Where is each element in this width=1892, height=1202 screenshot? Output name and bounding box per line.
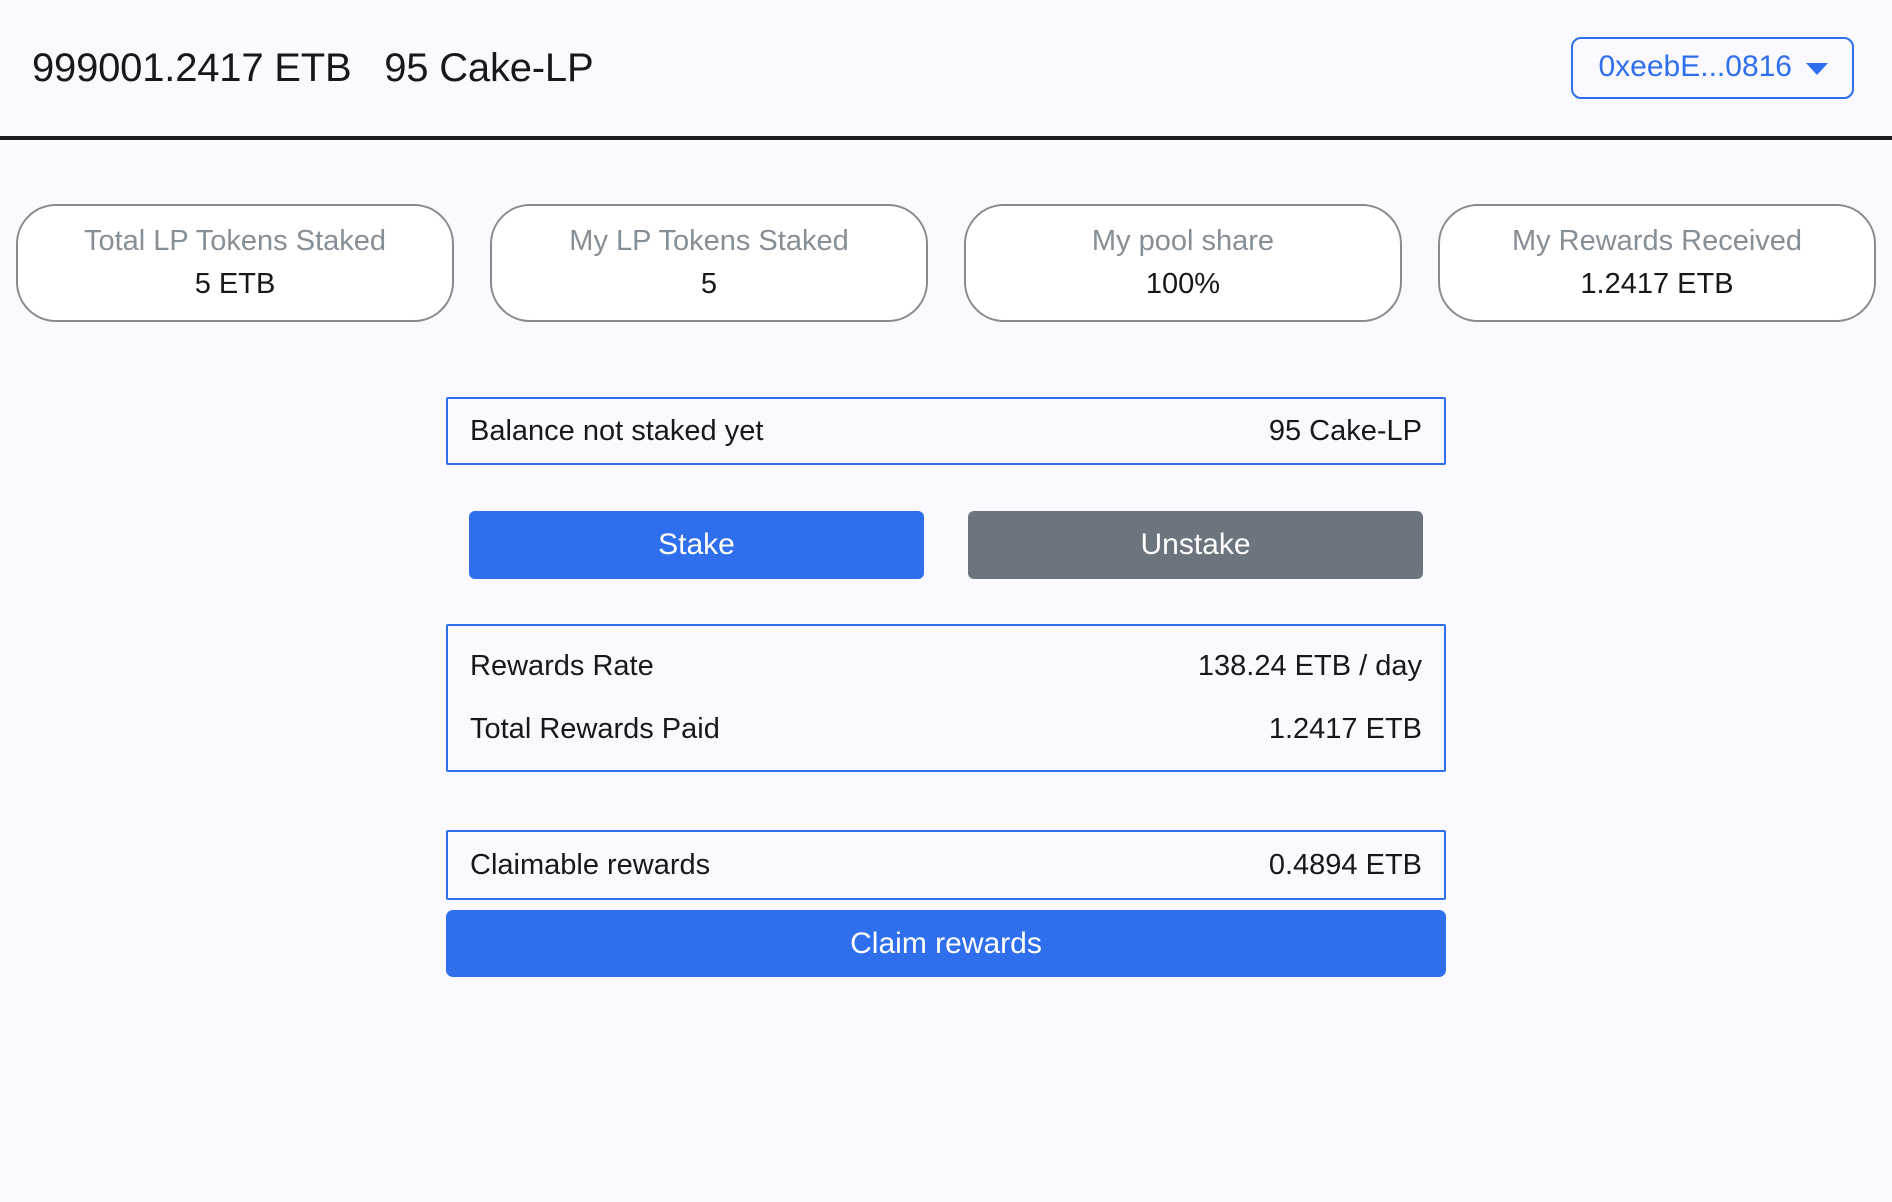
staking-panel: Balance not staked yet 95 Cake-LP Stake … <box>446 322 1446 977</box>
stat-label: Total LP Tokens Staked <box>83 225 387 257</box>
stats-row: Total LP Tokens Staked 5 ETB My LP Token… <box>0 140 1892 322</box>
claimable-rewards-row: Claimable rewards 0.4894 ETB <box>448 832 1444 898</box>
total-rewards-paid-label: Total Rewards Paid <box>470 713 720 745</box>
stat-value: 1.2417 ETB <box>1580 268 1734 300</box>
stat-card-my-lp-tokens-staked: My LP Tokens Staked 5 <box>490 204 928 322</box>
app-header: 999001.2417 ETB 95 Cake-LP 0xeebE...0816 <box>0 0 1892 140</box>
stat-label: My pool share <box>1091 225 1275 257</box>
rewards-rate-row: Rewards Rate 138.24 ETB / day <box>448 635 1444 698</box>
claim-section: Claimable rewards 0.4894 ETB Claim rewar… <box>446 830 1446 977</box>
stake-button[interactable]: Stake <box>469 511 924 579</box>
balance-label: Balance not staked yet <box>470 414 764 447</box>
balance-value: 95 Cake-LP <box>1268 414 1422 447</box>
wallet-address-button[interactable]: 0xeebE...0816 <box>1570 37 1854 99</box>
stat-card-my-rewards-received: My Rewards Received 1.2417 ETB <box>1438 204 1876 322</box>
total-rewards-paid-value: 1.2417 ETB <box>1268 713 1422 745</box>
stat-card-my-pool-share: My pool share 100% <box>964 204 1402 322</box>
total-rewards-paid-row: Total Rewards Paid 1.2417 ETB <box>448 698 1444 761</box>
chevron-down-icon <box>1806 62 1828 75</box>
wallet-address-label: 0xeebE...0816 <box>1598 50 1793 83</box>
stat-value: 5 ETB <box>194 268 276 300</box>
stat-label: My LP Tokens Staked <box>569 225 849 257</box>
unstake-button[interactable]: Unstake <box>968 511 1423 579</box>
stat-value: 100% <box>1145 268 1221 300</box>
stat-value: 5 <box>700 268 718 300</box>
claimable-rewards-box: Claimable rewards 0.4894 ETB <box>446 830 1446 900</box>
stake-action-row: Stake Unstake <box>446 511 1446 579</box>
claimable-rewards-value: 0.4894 ETB <box>1268 848 1422 881</box>
claim-rewards-button[interactable]: Claim rewards <box>446 910 1446 977</box>
rewards-rate-value: 138.24 ETB / day <box>1197 650 1422 682</box>
rewards-info-box: Rewards Rate 138.24 ETB / day Total Rewa… <box>446 624 1446 772</box>
balance-not-staked-box: Balance not staked yet 95 Cake-LP <box>446 397 1446 465</box>
rewards-rate-label: Rewards Rate <box>470 650 654 682</box>
stat-card-total-lp-tokens-staked: Total LP Tokens Staked 5 ETB <box>16 204 454 322</box>
claimable-rewards-label: Claimable rewards <box>470 848 711 881</box>
stat-label: My Rewards Received <box>1511 225 1803 257</box>
page-title: 999001.2417 ETB 95 Cake-LP <box>32 45 594 90</box>
balance-row: Balance not staked yet 95 Cake-LP <box>448 399 1444 463</box>
